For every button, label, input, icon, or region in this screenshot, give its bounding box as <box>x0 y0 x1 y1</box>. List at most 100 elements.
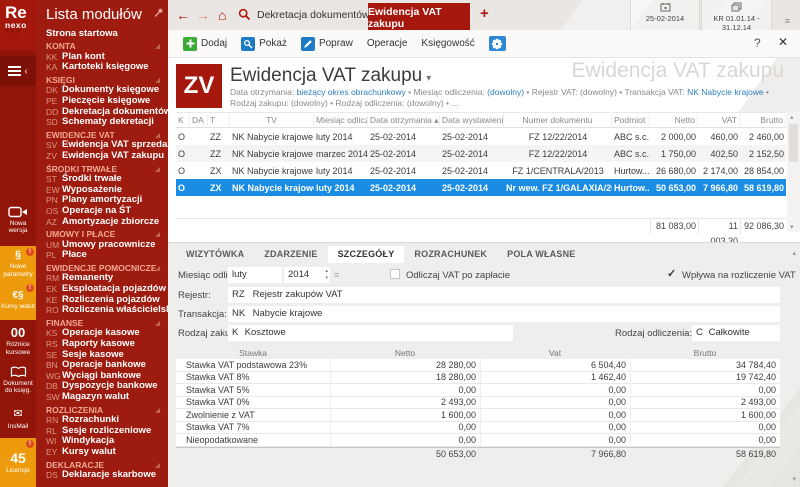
sidebar-item-pe[interactable]: PE Pieczęcie księgowe <box>46 95 168 107</box>
month-menu-icon[interactable]: ≡ <box>334 270 339 280</box>
scroll-down-icon[interactable]: ▾ <box>790 223 794 231</box>
add-button[interactable]: Dodaj <box>176 33 234 55</box>
show-button[interactable]: Pokaż <box>234 33 294 55</box>
tab-rozrachunek[interactable]: ROZRACHUNEK <box>404 246 497 263</box>
sidebar-item-ka[interactable]: KA Kartoteki księgowe <box>46 62 168 73</box>
add-tab-icon[interactable]: + <box>480 5 489 22</box>
period-widget[interactable]: KR 01.01.14 - 31.12.14 <box>701 0 772 30</box>
scroll-down-icon[interactable]: ▾ <box>792 475 796 483</box>
sidebar-section-ewidencje-pomocnicze[interactable]: EWIDENCJE POMOCNICZE ◢ <box>46 263 168 274</box>
sidebar-section-deklaracje[interactable]: DEKLARACJE ◢ <box>46 460 168 471</box>
grid-column-header[interactable]: Podmiot <box>612 114 650 126</box>
sidebar-section-rozliczenia[interactable]: ROZLICZENIA ◢ <box>46 405 168 416</box>
sidebar-section-konta[interactable]: KONTA ◢ <box>46 41 168 52</box>
pin-icon[interactable] <box>153 5 163 23</box>
sidebar-item-strona-startowa[interactable]: Strona startowa <box>46 28 168 39</box>
edit-button[interactable]: Popraw <box>294 33 360 55</box>
grid-scrollbar[interactable]: ▴ ▾ <box>787 112 800 232</box>
home-icon[interactable]: ⌂ <box>218 6 226 24</box>
grid-column-header[interactable]: Numer dokumentu <box>504 114 612 126</box>
sidebar-item-pl[interactable]: PL Płace <box>46 250 168 261</box>
tab-szczeg-y[interactable]: SZCZEGÓŁY <box>327 246 405 263</box>
grid-column-header[interactable]: Data otrzymania ▴ <box>368 114 440 126</box>
rail-item-insmail[interactable]: ✉ InsMail <box>0 402 36 436</box>
vat-table-row[interactable]: Stawka VAT 7% 0,00 0,00 0,00 <box>176 421 780 434</box>
back-icon[interactable]: ← <box>176 6 190 24</box>
deduct-after-payment-checkbox[interactable] <box>390 269 400 279</box>
scroll-up-icon[interactable]: ▴ <box>790 113 794 121</box>
rail-item-nowe-parametry[interactable]: ! § Nowe parametry <box>0 246 36 282</box>
grid-column-header[interactable]: Brutto <box>740 114 786 126</box>
vat-table-row[interactable]: Stawka VAT 5% 0,00 0,00 0,00 <box>176 383 780 397</box>
transaction-input[interactable]: NK Nabycie krajowe <box>228 306 780 322</box>
collapse-icon[interactable]: ◢ <box>155 131 160 142</box>
forward-icon[interactable]: → <box>196 6 210 24</box>
sidebar-item-os[interactable]: OS Operacje na ŚT <box>46 205 168 217</box>
grid-row[interactable]: O ZZ NK Nabycie krajowe marzec 2014 25-02-20… <box>176 145 786 162</box>
grid-row[interactable]: O ZX NK Nabycie krajowe luty 2014 25-02-2014… <box>176 179 786 196</box>
search-icon[interactable] <box>238 7 251 25</box>
accounting-button[interactable]: Księgowość <box>414 33 481 55</box>
tab-pola-w-asne[interactable]: POLA WŁASNE <box>497 246 585 263</box>
collapse-icon[interactable]: ◢ <box>155 76 160 87</box>
tab-dekretacja-dokumentow[interactable]: Dekretacja dokumentów <box>257 0 370 30</box>
bar-menu-icon[interactable]: ≡ <box>785 16 790 26</box>
module-title[interactable]: Ewidencja VAT zakupu ▾ <box>230 65 431 87</box>
settings-button[interactable] <box>482 33 513 55</box>
grid-row[interactable]: O ZZ NK Nabycie krajowe luty 2014 25-02-2014… <box>176 128 786 145</box>
help-icon[interactable]: ? <box>754 36 761 50</box>
close-icon[interactable]: ✕ <box>778 35 788 49</box>
operations-button[interactable]: Operacje <box>360 33 415 55</box>
grid-row[interactable]: O ZX NK Nabycie krajowe luty 2014 25-02-2014… <box>176 162 786 179</box>
rail-item-roznice-kursowe[interactable]: 00 Różnice kursowe <box>0 322 36 360</box>
rail-item-kursy-walut[interactable]: ! €§ Kursy walut <box>0 282 36 320</box>
grid-column-header[interactable]: Netto <box>650 114 698 126</box>
modules-menu-button[interactable]: ‹ <box>0 56 36 86</box>
vat-table-row[interactable]: Zwolnienie z VAT 1 600,00 0,00 1 600,00 <box>176 408 780 422</box>
collapse-icon[interactable]: ◢ <box>155 406 160 417</box>
filter-link[interactable]: NK Nabycie krajowe <box>687 87 764 97</box>
scroll-up-icon[interactable]: ▴ <box>792 249 796 257</box>
grid-column-header[interactable]: VAT <box>698 114 740 126</box>
purchase-type-input[interactable]: K Kosztowe <box>228 325 513 341</box>
filter-link[interactable]: (dowolny) <box>487 87 524 97</box>
scrollbar-thumb[interactable] <box>789 124 798 162</box>
sidebar-section-rodki-trwa-e[interactable]: ŚRODKI TRWAŁE ◢ <box>46 164 168 175</box>
rail-item-nowa-wersja[interactable]: Nowa wersja <box>0 196 36 244</box>
vat-table-row[interactable]: Nieopodatkowane 0,00 0,00 0,00 <box>176 433 780 447</box>
vat-table-row[interactable]: Stawka VAT podstawowa 23% 28 280,00 6 504,… <box>176 358 780 372</box>
sidebar-item-zv[interactable]: ZV Ewidencja VAT zakupu <box>46 150 168 162</box>
grid-column-header[interactable]: T <box>208 114 230 126</box>
filter-link[interactable]: bieżący okres obrachunkowy <box>297 87 406 97</box>
collapse-icon[interactable]: ◢ <box>155 264 160 275</box>
deduction-type-input[interactable]: C Całkowite <box>692 325 780 341</box>
collapse-icon[interactable]: ◢ <box>155 461 160 472</box>
month-input[interactable]: luty <box>228 267 282 283</box>
collapse-icon[interactable]: ◢ <box>155 42 160 53</box>
sidebar-item-ro[interactable]: RO Rozliczenia właścicielskie <box>46 305 168 316</box>
sidebar-section-ksi-gi[interactable]: KSIĘGI ◢ <box>46 75 168 86</box>
sidebar-item-sd[interactable]: SD Schematy dekretacji <box>46 117 168 128</box>
sidebar-section-ewidencje-vat[interactable]: EWIDENCJE VAT ◢ <box>46 130 168 141</box>
rail-item-dokument-do-ksieg[interactable]: Dokument do księg. <box>0 360 36 400</box>
grid-column-header[interactable]: K <box>176 114 190 126</box>
collapse-icon[interactable]: ◢ <box>155 165 160 176</box>
sidebar-item-az[interactable]: AZ Amortyzacje zbiorcze <box>46 216 168 228</box>
grid-column-header[interactable]: Data wystawienia <box>440 114 504 126</box>
grid-column-header[interactable]: Miesiąc odlicz... <box>314 114 368 126</box>
tab-wizyt-wka[interactable]: WIZYTÓWKA <box>176 246 254 263</box>
grid-column-header[interactable]: DA <box>190 114 208 126</box>
sidebar-section-finanse[interactable]: FINANSE ◢ <box>46 318 168 329</box>
check-icon[interactable]: ✓ <box>667 267 676 280</box>
sidebar-item-sw[interactable]: SW Magazyn walut <box>46 391 168 403</box>
grid-column-header[interactable]: TV <box>230 114 314 126</box>
sidebar-item-ey[interactable]: EY Kursy walut <box>46 446 168 458</box>
vat-table-row[interactable]: Stawka VAT 8% 18 280,00 1 462,40 19 742,40 <box>176 371 780 384</box>
tab-zdarzenie[interactable]: ZDARZENIE <box>254 246 327 263</box>
sidebar-item-ds[interactable]: DS Deklaracje skarbowe <box>46 470 168 481</box>
sidebar-section-umowy-i-p-ace[interactable]: UMOWY I PŁACE ◢ <box>46 229 168 240</box>
collapse-icon[interactable]: ◢ <box>155 319 160 330</box>
tab-ewidencja-vat-zakupu[interactable]: Ewidencja VAT zakupu <box>368 3 470 30</box>
collapse-icon[interactable]: ◢ <box>155 230 160 241</box>
year-input[interactable]: 2014 ▴ ▾ <box>284 267 330 283</box>
